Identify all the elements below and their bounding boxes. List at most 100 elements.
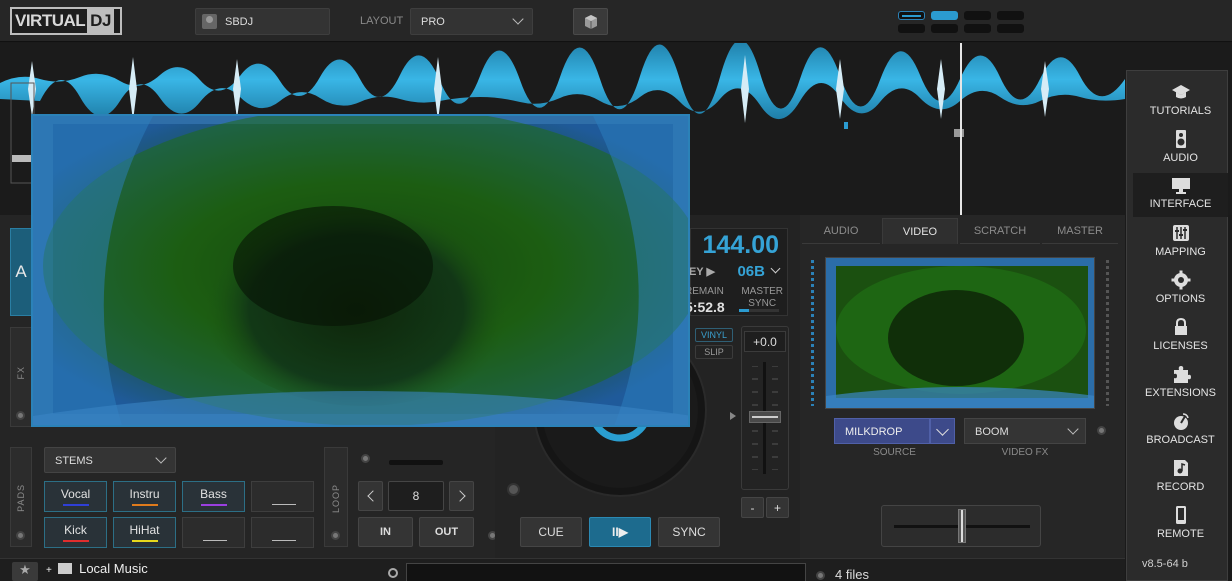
pad-empty[interactable] — [251, 517, 314, 548]
menu-item-extensions[interactable]: EXTENSIONS — [1133, 362, 1228, 406]
play-pause-button[interactable]: II▶ — [589, 517, 651, 547]
remain-value[interactable]: 5:52.8 — [685, 299, 725, 315]
menu-item-label: INTERFACE — [1149, 198, 1212, 210]
pad-empty[interactable] — [182, 517, 245, 548]
video-crossfader[interactable] — [881, 505, 1041, 547]
bpm-display: 144.00 KEY ▶ 06B REMAIN 5:52.8 MASTER SYN… — [681, 228, 788, 316]
layout-view-1-button[interactable] — [898, 11, 925, 20]
key-value[interactable]: 06B — [737, 263, 765, 280]
tab-video[interactable]: VIDEO — [882, 218, 958, 244]
loop-out-button[interactable]: OUT — [419, 517, 474, 547]
expand-icon[interactable]: + — [46, 565, 52, 576]
pad-color-bar — [63, 540, 89, 542]
folder-item-local-music[interactable]: + Local Music — [46, 561, 148, 576]
loop-double-button[interactable] — [449, 481, 474, 511]
video-preview-image — [826, 258, 1094, 408]
pad-kick[interactable]: Kick — [44, 517, 107, 548]
video-fx-settings-knob[interactable] — [1097, 426, 1106, 435]
layout-view-6-button[interactable] — [931, 24, 958, 33]
broadcast-icon — [1173, 412, 1189, 430]
pad-label: Bass — [200, 487, 227, 501]
playhead-marker — [960, 43, 962, 215]
sliders-icon — [1172, 225, 1189, 241]
video-preview[interactable] — [825, 257, 1095, 409]
deck-letter: A — [15, 262, 27, 281]
loop-roll-knob[interactable] — [361, 454, 370, 463]
cue-button[interactable]: CUE — [520, 517, 582, 547]
crossfader-handle[interactable] — [958, 509, 966, 543]
tab-scratch[interactable]: SCRATCH — [960, 218, 1040, 244]
pitch-value[interactable]: +0.0 — [744, 331, 786, 352]
pads-knob[interactable] — [16, 531, 25, 540]
vinyl-button[interactable]: VINYL — [695, 328, 733, 342]
logo-text-left: VIRTUAL — [15, 11, 86, 30]
pad-hihat[interactable]: HiHat — [113, 517, 176, 548]
tab-master[interactable]: MASTER — [1042, 218, 1118, 244]
virtualdj-logo: VIRTUAL DJ — [10, 7, 122, 35]
loop-size-display: 8 — [388, 481, 444, 511]
video-visualization — [33, 116, 688, 425]
sandbox-cube-button[interactable] — [573, 8, 608, 35]
pads-mode-select[interactable]: STEMS — [44, 447, 176, 473]
cue-label: CUE — [538, 525, 564, 539]
loop-in-button[interactable]: IN — [358, 517, 413, 547]
sync-indicator — [739, 309, 779, 312]
sync-button[interactable]: SYNC — [658, 517, 720, 547]
jog-mode-button[interactable] — [507, 483, 520, 496]
pad-color-bar — [201, 504, 227, 506]
tab-audio[interactable]: AUDIO — [802, 218, 880, 244]
loop-half-button[interactable] — [358, 481, 383, 511]
pad-instru[interactable]: Instru — [113, 481, 176, 512]
loop-slider[interactable] — [389, 460, 443, 465]
deck-a-selector[interactable]: A — [10, 228, 32, 316]
layout-value: PRO — [421, 16, 445, 28]
menu-item-remote[interactable]: REMOTE — [1133, 503, 1228, 547]
search-options-knob[interactable] — [816, 571, 825, 580]
menu-item-mapping[interactable]: MAPPING — [1133, 221, 1228, 265]
fx-panel[interactable]: FX — [10, 327, 32, 427]
pad-vocal[interactable]: Vocal — [44, 481, 107, 512]
logo-text-right: DJ — [87, 9, 114, 33]
pad-bass[interactable]: Bass — [182, 481, 245, 512]
favorites-star-button[interactable]: ★ — [12, 562, 38, 581]
video-level-meter-left — [811, 260, 814, 406]
slip-button[interactable]: SLIP — [695, 345, 733, 359]
pitch-plus-button[interactable]: + — [766, 497, 789, 518]
pitch-slider-handle[interactable] — [749, 411, 781, 423]
pads-panel[interactable]: PADS — [10, 447, 32, 547]
menu-item-licenses[interactable]: LICENSES — [1133, 315, 1228, 359]
chevron-down-icon[interactable] — [930, 418, 955, 444]
menu-item-tutorials[interactable]: TUTORIALS — [1133, 80, 1228, 124]
menu-item-label: MAPPING — [1155, 246, 1206, 258]
layout-view-7-button[interactable] — [964, 24, 991, 33]
pitch-minus-button[interactable]: - — [741, 497, 764, 518]
layout-view-3-button[interactable] — [964, 11, 991, 20]
chevron-down-icon[interactable] — [770, 263, 781, 274]
star-icon: ★ — [19, 562, 31, 577]
video-source-select[interactable]: MILKDROP — [834, 418, 930, 444]
loop-label: LOOP — [331, 484, 341, 514]
chevron-down-icon — [1067, 423, 1079, 435]
phone-icon — [1175, 506, 1186, 524]
master-sync-label[interactable]: MASTER SYNC — [741, 286, 783, 310]
loop-panel[interactable]: LOOP — [324, 447, 348, 547]
video-output-window[interactable] — [31, 114, 690, 427]
menu-item-broadcast[interactable]: BROADCAST — [1133, 409, 1228, 453]
menu-item-options[interactable]: OPTIONS — [1133, 268, 1228, 312]
speaker-icon — [1175, 130, 1186, 148]
loop-knob[interactable] — [331, 531, 340, 540]
fx-knob[interactable] — [16, 411, 25, 420]
search-input[interactable] — [406, 563, 806, 581]
pad-empty[interactable] — [251, 481, 314, 512]
pad-color-bar — [63, 504, 89, 506]
layout-view-2-button[interactable] — [931, 11, 958, 20]
video-fx-select[interactable]: BOOM — [964, 418, 1086, 444]
layout-view-8-button[interactable] — [997, 24, 1024, 33]
user-account-button[interactable]: SBDJ — [195, 8, 330, 35]
layout-view-4-button[interactable] — [997, 11, 1024, 20]
menu-item-record[interactable]: RECORD — [1133, 456, 1228, 500]
menu-item-audio[interactable]: AUDIO — [1133, 127, 1228, 171]
menu-item-interface[interactable]: INTERFACE — [1133, 173, 1228, 217]
layout-view-5-button[interactable] — [898, 24, 925, 33]
layout-select[interactable]: PRO — [410, 8, 533, 35]
